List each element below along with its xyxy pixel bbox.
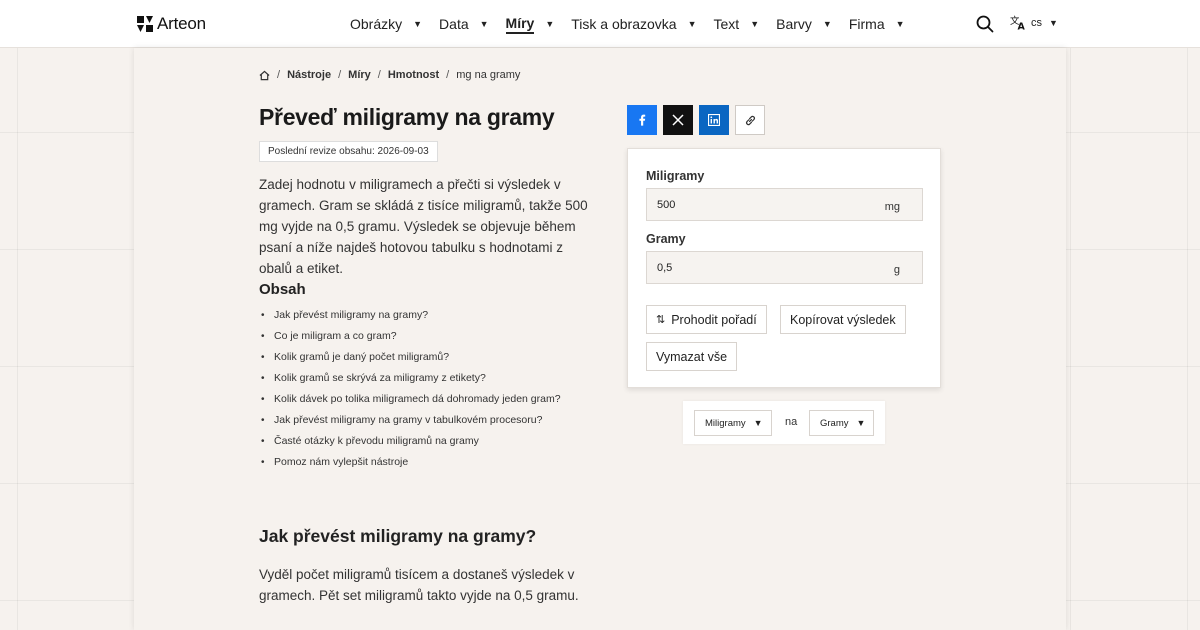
toc-link[interactable]: Časté otázky k převodu miligramů na gram… — [259, 432, 561, 453]
milligrams-value: 500 — [657, 199, 676, 211]
top-navigation-bar: Arteon Obrázky ▼ Data ▼ Míry ▼ Tisk a ob… — [0, 0, 1200, 48]
nav-item-obrazky[interactable]: Obrázky ▼ — [350, 16, 422, 32]
toc-link[interactable]: Co je miligram a co gram? — [259, 327, 561, 348]
toc-link[interactable]: Pomoz nám vylepšit nástroje — [259, 453, 561, 474]
caret-down-icon: ▼ — [479, 19, 489, 29]
caret-down-icon: ▼ — [895, 19, 905, 29]
to-unit-select[interactable]: Gramy ▼ — [809, 410, 875, 436]
link-icon — [745, 115, 755, 125]
section-title: Jak převést miligramy na gramy? — [259, 526, 537, 546]
nav-label: Tisk a obrazovka — [571, 16, 677, 32]
nav-item-tisk[interactable]: Tisk a obrazovka ▼ — [571, 16, 696, 32]
language-code: cs — [1031, 17, 1042, 29]
from-field-label: Miligramy — [646, 169, 705, 183]
milligrams-unit: mg — [884, 201, 900, 213]
home-icon[interactable] — [259, 70, 270, 81]
page-title: Převeď miligramy na gramy — [259, 104, 555, 130]
toc-title: Obsah — [259, 281, 306, 298]
breadcrumb-link-nastroje[interactable]: Nástroje — [287, 69, 331, 81]
revision-badge: Poslední revize obsahu: 2026-09-03 — [259, 141, 438, 162]
breadcrumb-separator: / — [377, 69, 381, 81]
nav-item-data[interactable]: Data ▼ — [439, 16, 489, 32]
nav-label: Obrázky — [350, 16, 403, 32]
nav-label: Firma — [848, 16, 885, 32]
milligrams-input[interactable]: 500 mg — [646, 188, 923, 221]
nav-item-miry[interactable]: Míry ▼ — [505, 15, 555, 34]
x-icon — [672, 114, 684, 126]
brand-logo[interactable]: Arteon — [137, 14, 206, 34]
facebook-icon — [639, 114, 646, 126]
unit-connector: na — [785, 416, 798, 428]
copy-button-label: Kopírovat výsledek — [790, 312, 896, 327]
grams-input[interactable]: 0,5 g — [646, 251, 923, 284]
nav-label: Barvy — [776, 16, 812, 32]
unit-selector: Miligramy ▼ na Gramy ▼ — [683, 401, 885, 444]
nav-label: Data — [439, 16, 469, 32]
content-card: / Nástroje / Míry / Hmotnost / mg na gra… — [134, 48, 1066, 630]
from-unit-select[interactable]: Miligramy ▼ — [694, 410, 772, 436]
caret-down-icon: ▼ — [856, 418, 866, 428]
caret-down-icon: ▼ — [687, 19, 697, 29]
breadcrumb-separator: / — [338, 69, 342, 81]
clear-button-label: Vymazat vše — [656, 349, 728, 364]
translate-icon: 文 A — [1010, 15, 1026, 31]
logo-icon — [137, 16, 153, 32]
share-buttons — [627, 105, 765, 135]
breadcrumb-current: mg na gramy — [456, 69, 521, 81]
search-icon[interactable] — [976, 15, 994, 33]
toc-link[interactable]: Jak převést miligramy na gramy v tabulko… — [259, 411, 561, 432]
intro-paragraph: Zadej hodnotu v miligramech a přečti si … — [259, 177, 588, 276]
copy-link-button[interactable] — [735, 105, 765, 135]
share-linkedin-button[interactable] — [699, 105, 729, 135]
grams-value: 0,5 — [657, 262, 673, 274]
breadcrumb: / Nástroje / Míry / Hmotnost / mg na gra… — [259, 69, 520, 81]
breadcrumb-link-miry[interactable]: Míry — [348, 69, 371, 81]
svg-text:A: A — [1018, 22, 1026, 31]
table-of-contents: Jak převést miligramy na gramy? Co je mi… — [259, 306, 561, 474]
grams-unit: g — [893, 264, 900, 276]
from-unit-value: Miligramy — [705, 417, 746, 429]
swap-button-label: Prohodit pořadí — [671, 312, 757, 327]
section-paragraph: Vyděl počet miligramů tisícem a dostaneš… — [259, 567, 579, 603]
caret-down-icon: ▼ — [413, 19, 423, 29]
caret-down-icon: ▼ — [750, 19, 760, 29]
converter-panel: Miligramy 500 mg Gramy 0,5 g ⇅ Prohodit … — [627, 148, 941, 388]
to-unit-value: Gramy — [820, 417, 849, 429]
main-nav: Obrázky ▼ Data ▼ Míry ▼ Tisk a obrazovka… — [350, 0, 922, 48]
clear-all-button[interactable]: Vymazat vše — [646, 342, 738, 371]
swap-button[interactable]: ⇅ Prohodit pořadí — [646, 305, 767, 334]
nav-item-firma[interactable]: Firma ▼ — [849, 16, 905, 32]
breadcrumb-separator: / — [277, 69, 281, 81]
nav-item-text[interactable]: Text ▼ — [714, 16, 760, 32]
toc-link[interactable]: Kolik gramů je daný počet miligramů? — [259, 348, 561, 369]
brand-name: Arteon — [157, 14, 206, 33]
copy-result-button[interactable]: Kopírovat výsledek — [780, 305, 906, 334]
breadcrumb-separator: / — [446, 69, 450, 81]
toc-link[interactable]: Jak převést miligramy na gramy? — [259, 306, 561, 327]
caret-down-icon: ▼ — [753, 418, 763, 428]
breadcrumb-link-hmotnost[interactable]: Hmotnost — [388, 69, 439, 81]
nav-label: Text — [713, 16, 740, 32]
to-field-label: Gramy — [646, 232, 686, 246]
linkedin-icon — [708, 114, 720, 126]
caret-down-icon: ▼ — [1049, 18, 1058, 28]
swap-arrows-icon: ⇅ — [656, 314, 666, 326]
nav-item-barvy[interactable]: Barvy ▼ — [776, 16, 832, 32]
toc-link[interactable]: Kolik gramů se skrývá za miligramy z eti… — [259, 369, 561, 390]
nav-label: Míry — [505, 15, 535, 34]
share-x-button[interactable] — [663, 105, 693, 135]
language-switcher[interactable]: 文 A cs ▼ — [1010, 15, 1058, 31]
caret-down-icon: ▼ — [822, 19, 832, 29]
toc-link[interactable]: Kolik dávek po tolika miligramech dá doh… — [259, 390, 561, 411]
share-facebook-button[interactable] — [627, 105, 657, 135]
caret-down-icon: ▼ — [545, 19, 555, 29]
